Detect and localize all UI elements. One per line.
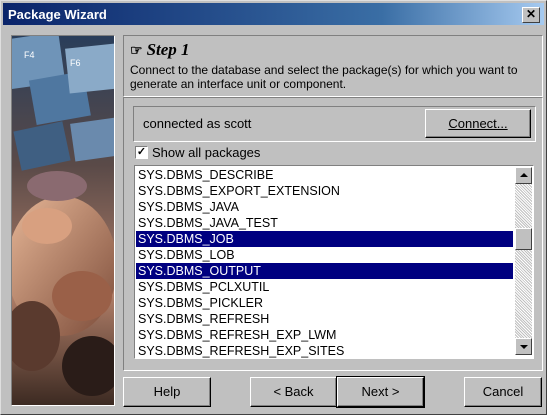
show-all-packages-label[interactable]: Show all packages (152, 145, 260, 160)
show-all-packages-checkbox[interactable]: ✓ (135, 146, 148, 159)
arrow-down-icon (520, 345, 528, 349)
scroll-up-button[interactable] (515, 167, 532, 184)
package-list-items: SYS.DBMS_DESCRIBE SYS.DBMS_EXPORT_EXTENSI… (136, 167, 513, 358)
connection-box: connected as scott Connect... (133, 106, 536, 142)
window-title: Package Wizard (8, 7, 107, 22)
scroll-down-button[interactable] (515, 338, 532, 355)
help-button[interactable]: Help (123, 377, 211, 407)
package-list[interactable]: SYS.DBMS_DESCRIBE SYS.DBMS_EXPORT_EXTENSI… (134, 165, 534, 359)
package-list-item[interactable]: SYS.DBMS_DESCRIBE (136, 167, 513, 183)
package-list-item[interactable]: SYS.DBMS_PCLXUTIL (136, 279, 513, 295)
arrow-up-icon (520, 173, 528, 177)
connect-button-label: Connect... (448, 116, 508, 131)
wizard-side-image: F4 F6 (11, 35, 115, 406)
step-header: ☞ Step 1 Connect to the database and sele… (123, 35, 543, 97)
svg-text:F6: F6 (70, 58, 81, 68)
scroll-thumb[interactable] (515, 228, 532, 250)
package-list-item[interactable]: SYS.DBMS_PICKLER (136, 295, 513, 311)
package-list-item[interactable]: SYS.DBMS_OUTPUT (136, 263, 513, 279)
close-icon: ✕ (525, 7, 537, 21)
pointing-hand-icon: ☞ (130, 44, 143, 59)
package-list-item[interactable]: SYS.DBMS_JAVA (136, 199, 513, 215)
package-list-item[interactable]: SYS.DBMS_REFRESH (136, 311, 513, 327)
step-title: Step 1 (146, 40, 190, 59)
package-list-item[interactable]: SYS.DBMS_EXPORT_EXTENSION (136, 183, 513, 199)
close-button[interactable]: ✕ (522, 7, 540, 23)
package-wizard-window: Package Wizard ✕ F4 F6 ☞ Step 1 Connect … (0, 0, 547, 415)
package-list-item[interactable]: SYS.DBMS_REFRESH_EXP_LWM (136, 327, 513, 343)
package-list-item[interactable]: SYS.DBMS_REFRESH_EXP_SITES (136, 343, 513, 358)
package-list-item[interactable]: SYS.DBMS_JAVA_TEST (136, 215, 513, 231)
package-list-item[interactable]: SYS.DBMS_JOB (136, 231, 513, 247)
next-button[interactable]: Next > (336, 376, 425, 408)
connect-button[interactable]: Connect... (425, 109, 531, 138)
package-list-item[interactable]: SYS.DBMS_LOB (136, 247, 513, 263)
connection-status: connected as scott (143, 116, 252, 131)
vertical-scrollbar[interactable] (515, 167, 532, 355)
title-bar[interactable]: Package Wizard ✕ (3, 3, 544, 25)
main-panel: connected as scott Connect... ✓ Show all… (123, 97, 543, 371)
back-button[interactable]: < Back (250, 377, 337, 407)
svg-text:F4: F4 (24, 50, 35, 60)
step-description: Connect to the database and select the p… (130, 63, 518, 91)
cancel-button[interactable]: Cancel (464, 377, 542, 407)
